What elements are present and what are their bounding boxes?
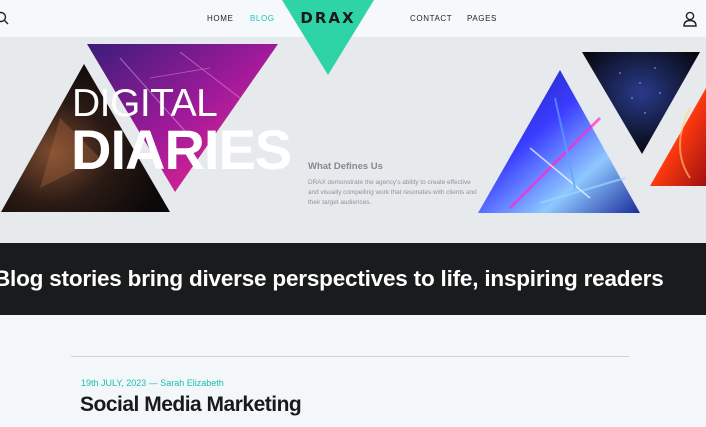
nav-contact[interactable]: CONTACT (410, 14, 452, 23)
nav-home[interactable]: HOME (207, 14, 233, 23)
nav-pages[interactable]: PAGES (467, 14, 497, 23)
nav-blog[interactable]: BLOG (250, 14, 275, 23)
site-header: HOME BLOG CONTACT PAGES DRAX (0, 0, 706, 75)
post-meta: 19th JULY, 2023 — Sarah Elizabeth (81, 378, 224, 388)
user-icon[interactable] (683, 11, 697, 27)
hero-subheading: What Defines Us (308, 161, 383, 172)
logo[interactable]: DRAX (282, 9, 374, 27)
hero-description: DRAX demonstrate the agency's ability to… (308, 179, 477, 207)
search-icon[interactable] (0, 10, 10, 26)
marquee-banner: Blog stories bring diverse perspectives … (0, 243, 706, 315)
post-title[interactable]: Social Media Marketing (80, 393, 310, 416)
hero-title-line2: DIARIES (71, 118, 292, 181)
marquee-text: Blog stories bring diverse perspectives … (0, 266, 664, 291)
section-divider (71, 356, 629, 357)
